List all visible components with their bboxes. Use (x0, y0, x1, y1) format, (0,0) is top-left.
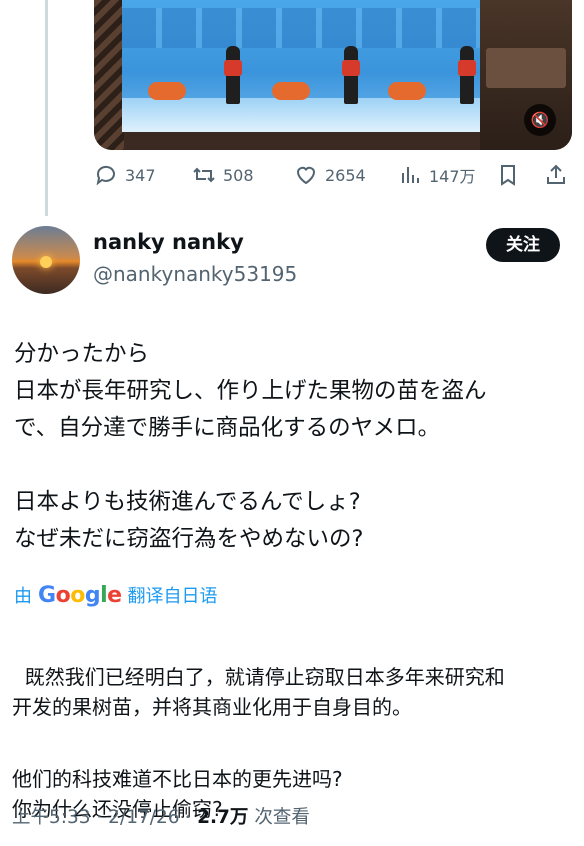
reply-count: 347 (125, 165, 156, 185)
view-suffix: 次查看 (248, 807, 310, 828)
repost-button[interactable]: 508 (192, 160, 254, 190)
dancer-figure (272, 82, 310, 100)
video-media[interactable]: 🔇 (94, 0, 572, 150)
action-bar: 347 508 2654 147万 (94, 160, 572, 190)
translated-suffix: 翻译自日语 (127, 586, 218, 607)
like-icon (296, 166, 316, 185)
user-handle[interactable]: @nankynanky53195 (93, 262, 297, 286)
thread-line (45, 0, 48, 216)
repost-count: 508 (223, 165, 254, 185)
post-meta: 上午5:33 · 2/17/26 · 2.7万 次查看 (12, 803, 310, 829)
follow-button[interactable]: 关注 (486, 228, 560, 262)
bookmark-icon (501, 165, 515, 186)
repost-icon (193, 167, 215, 183)
views-button[interactable]: 147万 (398, 160, 476, 190)
dancer-figure (224, 46, 242, 104)
views-count: 147万 (429, 167, 476, 186)
dancer-figure (342, 46, 360, 104)
sunset-sun (40, 256, 52, 268)
google-logo: Google (38, 583, 122, 608)
dancer-figure (388, 82, 426, 100)
mute-icon[interactable]: 🔇 (524, 104, 556, 136)
stage-backdrop (122, 8, 482, 48)
reply-button[interactable]: 347 (94, 160, 156, 190)
translated-by-google[interactable]: 由 Google 翻译自日语 (14, 582, 218, 608)
tv-frame-left (94, 0, 124, 150)
bookmark-button[interactable] (496, 160, 520, 190)
display-name[interactable]: nanky nanky (93, 230, 244, 254)
post-timestamp[interactable]: 上午5:33 · 2/17/26 · (12, 807, 197, 828)
like-count: 2654 (325, 165, 366, 185)
avatar[interactable] (12, 226, 80, 294)
views-icon (402, 167, 419, 183)
share-button[interactable] (544, 160, 568, 190)
stage-floor (122, 98, 482, 132)
tv-screen (122, 0, 482, 132)
tweet-text: 分かったから 日本が長年研究し、作り上げた果物の苗を盗ん で、自分達で勝手に商品… (14, 341, 487, 552)
shelf (486, 48, 566, 88)
reply-icon (96, 165, 115, 186)
translation-paragraph: 既然我们已经明白了，就请停止窃取日本多年来研究和 开发的果树苗，并将其商业化用于… (12, 665, 505, 719)
dancer-figure (148, 82, 186, 100)
view-count: 2.7万 (197, 807, 249, 828)
dancer-figure (458, 46, 476, 104)
like-button[interactable]: 2654 (294, 160, 366, 190)
share-icon (547, 164, 565, 184)
translated-prefix: 由 (14, 586, 32, 607)
